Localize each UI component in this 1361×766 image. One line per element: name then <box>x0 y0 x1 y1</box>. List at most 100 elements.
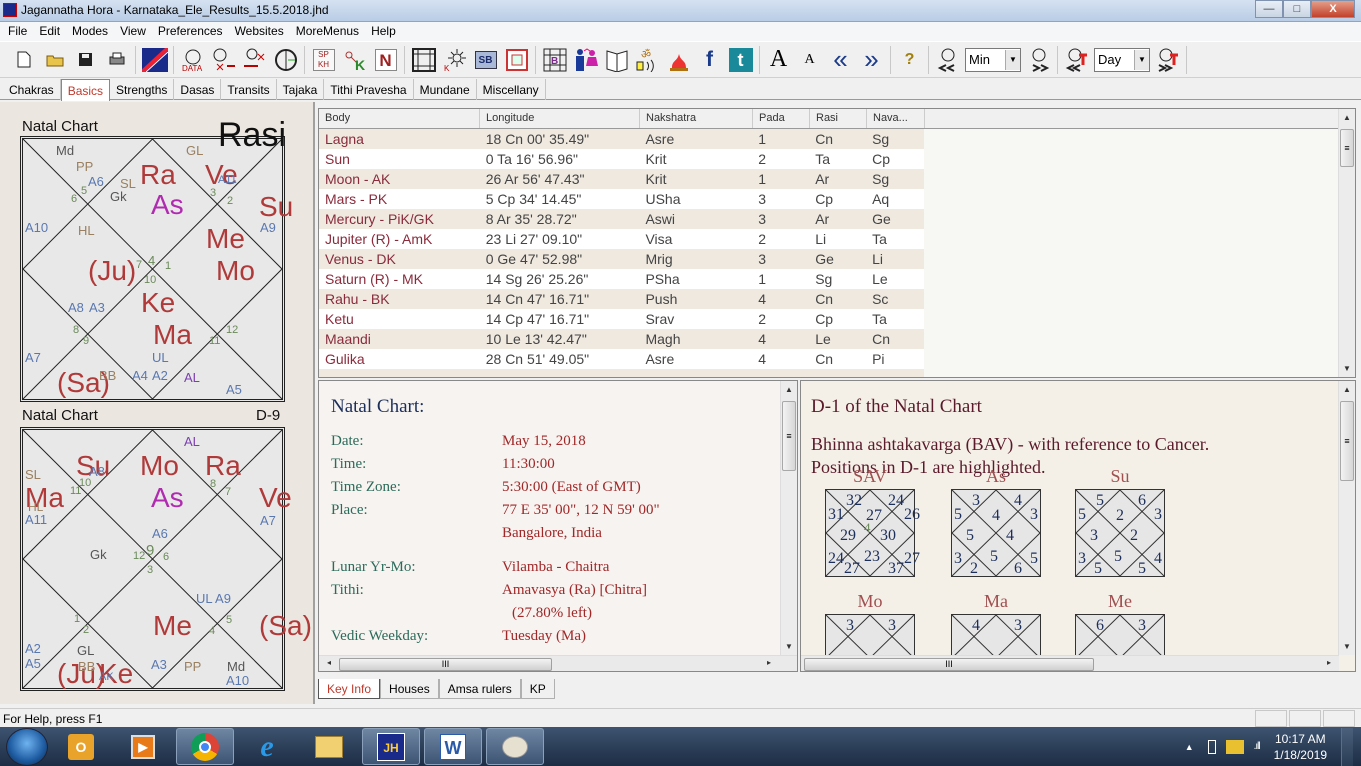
next-icon[interactable]: » <box>856 44 887 75</box>
column-header-pada[interactable]: Pada <box>753 109 810 128</box>
tab-mundane[interactable]: Mundane <box>414 79 477 100</box>
outlook-icon[interactable]: O <box>52 728 110 765</box>
scroll-down-icon[interactable]: ▼ <box>1339 642 1355 651</box>
planet-ascendant[interactable]: As <box>151 482 184 514</box>
table-row[interactable]: Saturn (R) - MK 14 Sg 26' 25.26" PSha 1 Sg Le <box>319 269 924 289</box>
key-k-icon[interactable]: K <box>339 45 370 75</box>
table-row[interactable]: Mercury - PiK/GK 8 Ar 35' 28.72" Aswi 3 Ar Ge <box>319 209 924 229</box>
tab-houses[interactable]: Houses <box>380 679 439 699</box>
planet-ketu[interactable]: Ke <box>141 287 175 319</box>
tab-key-info[interactable]: Key Info <box>318 679 381 699</box>
b-grid-icon[interactable]: B <box>539 45 570 75</box>
battery-icon[interactable] <box>1207 739 1216 754</box>
transit-step-back-icon[interactable] <box>1061 45 1092 75</box>
transit-step-forward-icon[interactable] <box>1152 45 1183 75</box>
tab-miscellany[interactable]: Miscellany <box>477 79 546 100</box>
open-folder-icon[interactable] <box>39 45 70 75</box>
table-row[interactable]: Maandi 10 Le 13' 42.47" Magh 4 Le Cn <box>319 329 924 349</box>
start-button[interactable] <box>6 727 48 766</box>
tab-transits[interactable]: Transits <box>221 79 277 100</box>
explorer-icon[interactable] <box>300 728 358 765</box>
facebook-icon[interactable]: f <box>694 45 725 75</box>
column-header-longitude[interactable]: Longitude <box>480 109 640 128</box>
menu-help[interactable]: Help <box>365 22 402 41</box>
bav-vertical-scrollbar[interactable]: ▲ ≡ ▼ <box>1338 381 1355 655</box>
print-icon[interactable] <box>101 45 132 75</box>
menu-view[interactable]: View <box>114 22 152 41</box>
scroll-up-icon[interactable]: ▲ <box>1339 113 1355 122</box>
close-button[interactable]: X <box>1311 0 1355 18</box>
chrome-icon[interactable] <box>176 728 234 765</box>
show-hidden-icons-icon[interactable]: ▲ <box>1185 742 1194 752</box>
scroll-up-icon[interactable]: ▲ <box>781 385 797 394</box>
half-time-icon[interactable] <box>270 45 301 75</box>
paint-icon[interactable] <box>486 728 544 765</box>
table-row[interactable]: Ketu 14 Cp 47' 16.71" Srav 2 Cp Ta <box>319 309 924 329</box>
scrollbar-thumb[interactable]: III <box>339 658 552 671</box>
menu-websites[interactable]: Websites <box>229 22 290 41</box>
tab-amsa-rulers[interactable]: Amsa rulers <box>438 679 521 699</box>
scroll-right-icon[interactable]: ▸ <box>761 658 777 667</box>
scrollbar-thumb[interactable]: ≡ <box>1340 401 1354 481</box>
chevron-down-icon[interactable]: ▼ <box>1005 49 1020 70</box>
save-icon[interactable] <box>70 45 101 75</box>
planet-mars[interactable]: Ma <box>153 319 192 351</box>
scrollbar-thumb[interactable]: III <box>804 658 1094 671</box>
navamsa-chart[interactable]: 11 10 8 7 12 9 6 3 1 2 5 4 Su Mo Ra Ma A… <box>20 427 312 691</box>
menu-preferences[interactable]: Preferences <box>152 22 229 41</box>
sp-kh-icon[interactable]: SP KH <box>308 45 339 75</box>
menu-modes[interactable]: Modes <box>66 22 114 41</box>
scroll-right-icon[interactable]: ▸ <box>1321 658 1337 667</box>
planet-mercury[interactable]: Me <box>206 223 245 255</box>
tab-basics[interactable]: Basics <box>60 79 111 101</box>
table-row[interactable]: Sun 0 Ta 16' 56.96" Krit 2 Ta Cp <box>319 149 924 169</box>
column-header-nakshatra[interactable]: Nakshatra <box>640 109 753 128</box>
scroll-left-icon[interactable]: ◂ <box>321 658 337 667</box>
planet-jupiter[interactable]: (Ju) <box>88 255 136 287</box>
tab-tithi-pravesha[interactable]: Tithi Pravesha <box>324 79 414 100</box>
time-step-forward-icon[interactable] <box>1023 45 1054 75</box>
table-vertical-scrollbar[interactable]: ▲ ≡ ▼ <box>1338 109 1355 377</box>
tab-dasas[interactable]: Dasas <box>174 79 222 100</box>
clock-back-icon[interactable] <box>208 45 239 75</box>
planet-moon[interactable]: Mo <box>140 450 179 482</box>
font-smaller-icon[interactable]: A <box>794 45 825 75</box>
data-clock-icon[interactable]: DATA <box>177 45 208 75</box>
planet-venus[interactable]: Ve <box>259 482 292 514</box>
column-header-body[interactable]: Body <box>319 109 480 128</box>
planet-sun[interactable]: Su <box>259 191 293 223</box>
bav-chart[interactable]: 565233235455 <box>1075 489 1165 577</box>
font-larger-icon[interactable]: A <box>763 45 794 75</box>
table-row[interactable]: Venus - DK 0 Ge 47' 52.98" Mrig 3 Ge Li <box>319 249 924 269</box>
show-desktop-button[interactable] <box>1341 727 1353 766</box>
maximize-button[interactable]: □ <box>1283 0 1311 18</box>
jh-logo-icon[interactable] <box>139 45 170 75</box>
time-step-back-icon[interactable] <box>932 45 963 75</box>
bav-horizontal-scrollbar[interactable]: III ▸ <box>801 655 1339 671</box>
clock-forward-icon[interactable] <box>239 45 270 75</box>
sb-icon[interactable]: SB <box>470 45 501 75</box>
prev-icon[interactable]: « <box>825 44 856 75</box>
scroll-down-icon[interactable]: ▼ <box>1339 364 1355 373</box>
tab-tajaka[interactable]: Tajaka <box>277 79 325 100</box>
jhora-icon[interactable]: JH <box>362 728 420 765</box>
twitter-icon[interactable]: t <box>725 45 756 75</box>
table-row[interactable]: Jupiter (R) - AmK 23 Li 27' 09.10" Visa 2 Li… <box>319 229 924 249</box>
table-row[interactable]: Lagna 18 Cn 00' 35.49" Asre 1 Cn Sg <box>319 129 924 149</box>
tab-kp[interactable]: KP <box>520 679 555 699</box>
planet-mercury[interactable]: Me <box>153 610 192 642</box>
column-header-navamsa[interactable]: Nava... <box>867 109 925 128</box>
table-row[interactable]: Mars - PK 5 Cp 34' 14.45" USha 3 Cp Aq <box>319 189 924 209</box>
network-warning-icon[interactable] <box>1225 739 1244 754</box>
scrollbar-thumb[interactable]: ≡ <box>1340 129 1354 167</box>
fire-icon[interactable] <box>663 45 694 75</box>
table-row[interactable]: Moon - AK 26 Ar 56' 47.43" Krit 1 Ar Sg <box>319 169 924 189</box>
word-icon[interactable]: W <box>424 728 482 765</box>
signal-icon[interactable]: .ıll <box>1254 741 1261 752</box>
grid-chart-icon[interactable] <box>408 45 439 75</box>
n-icon[interactable]: N <box>370 45 401 75</box>
book-icon[interactable] <box>601 45 632 75</box>
tab-chakras[interactable]: Chakras <box>3 79 61 100</box>
menu-edit[interactable]: Edit <box>33 22 66 41</box>
planet-ascendant[interactable]: As <box>151 189 184 221</box>
